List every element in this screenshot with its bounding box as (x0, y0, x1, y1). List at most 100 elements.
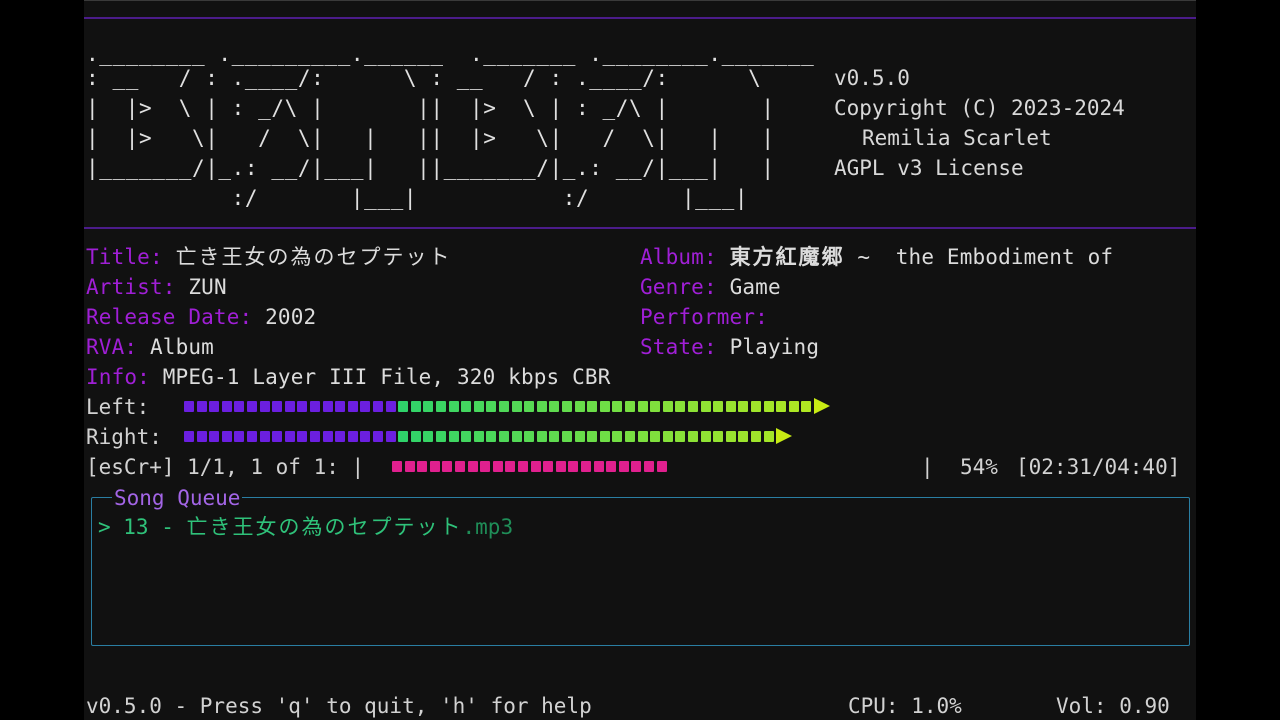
progress-segment (530, 461, 541, 472)
playback-time: [02:31/04:40] (1016, 455, 1181, 479)
info-value: MPEG-1 Layer III File, 320 kbps CBR (162, 365, 611, 389)
release-value: 2002 (265, 305, 317, 329)
progress-segment (492, 461, 503, 472)
rva-label: RVA: (86, 335, 138, 359)
progress-segment (417, 461, 428, 472)
progress-segment (429, 461, 440, 472)
meter-segment (436, 401, 446, 412)
meter-segment (461, 401, 472, 412)
author-text: Remilia Scarlet (862, 126, 1052, 150)
meter-segment (788, 401, 799, 412)
progress-segment (581, 461, 591, 472)
meter-segment (436, 431, 446, 442)
meter-segment (587, 431, 598, 442)
meter-segment (650, 431, 661, 442)
meter-segment (184, 431, 194, 442)
banner-top-divider (84, 17, 1196, 19)
meter-segment (448, 401, 459, 412)
meter-segment (247, 401, 257, 412)
genre-value: Game (729, 275, 781, 299)
title-label: Title: (86, 245, 163, 269)
meter-segment (297, 431, 308, 442)
meter-segment (486, 401, 497, 412)
song-queue-title: Song Queue (112, 484, 243, 512)
meter-segment (486, 431, 497, 442)
progress-segment (467, 461, 478, 472)
left-meter-label: Left: (86, 395, 150, 419)
meter-segment (310, 431, 320, 442)
meter-segment (751, 431, 761, 442)
state-value: Playing (729, 335, 820, 359)
meter-segment (347, 401, 358, 412)
meter-segment (751, 401, 761, 412)
song-queue-panel[interactable]: Song Queue > 13 - 亡き王女の為のセプテット.mp3 (91, 484, 1190, 646)
ascii-logo-line-4: | |> \| / \| | || |> \| / \| | | (86, 126, 775, 150)
meter-segment (562, 431, 572, 442)
progress-end-bar: | (921, 455, 934, 479)
meter-segment (284, 401, 295, 412)
meter-segment (499, 431, 509, 442)
queue-item-ext: .mp3 (462, 515, 514, 539)
meter-segment (713, 431, 724, 442)
release-row: Release Date: 2002 (86, 302, 316, 332)
meter-segment (763, 431, 774, 442)
meter-segment (725, 431, 736, 442)
progress-segment (518, 461, 528, 472)
meter-segment (524, 431, 535, 442)
meter-segment (196, 431, 207, 442)
meter-segment (625, 401, 635, 412)
meter-segment (247, 431, 257, 442)
meter-segment (801, 401, 812, 412)
title-row: Title: 亡き王女の為のセプテット (86, 242, 452, 272)
progress-segment (656, 461, 667, 472)
meter-segment (549, 401, 560, 412)
album-label: Album: (640, 245, 717, 269)
meter-segment (511, 401, 522, 412)
release-label: Release Date: (86, 305, 253, 329)
meter-segment (499, 401, 509, 412)
meter-segment (763, 401, 774, 412)
rva-value: Album (149, 335, 214, 359)
meter-segment (360, 401, 371, 412)
meter-segment (385, 431, 396, 442)
meter-segment (524, 401, 535, 412)
ascii-logo-line-2: : __ / : .____/: \ : __ / : .____/: \ (86, 66, 762, 90)
copyright-text: Copyright (C) 2023-2024 (834, 96, 1125, 120)
meter-segment (637, 401, 648, 412)
cpu-usage: CPU: 1.0% (848, 694, 962, 718)
progress-segment (404, 461, 415, 472)
meter-segment (398, 431, 409, 442)
meter-segment (385, 401, 396, 412)
meter-segment (221, 431, 232, 442)
progress-segment (618, 461, 629, 472)
meter-segment (373, 401, 383, 412)
genre-label: Genre: (640, 275, 717, 299)
meter-segment (473, 431, 484, 442)
meter-segment (184, 401, 194, 412)
meter-segment (637, 431, 648, 442)
track-title: 亡き王女の為のセプテット (175, 245, 452, 269)
meter-segment (536, 401, 547, 412)
meter-segment (662, 431, 673, 442)
performer-label: Performer: (640, 305, 768, 329)
progress-segment (644, 461, 654, 472)
meter-segment (221, 401, 232, 412)
progress-segment (631, 461, 642, 472)
meter-segment (272, 431, 283, 442)
progress-segment (505, 461, 516, 472)
queue-item-name: 亡き王女の為のセプテット (186, 515, 463, 539)
meter-segment (662, 401, 673, 412)
album-jp: 東方紅魔郷 (729, 245, 845, 269)
meter-segment (322, 401, 333, 412)
meter-segment (196, 401, 207, 412)
queue-list-item[interactable]: > 13 - 亡き王女の為のセプテット.mp3 (98, 512, 513, 542)
meter-segment (587, 401, 598, 412)
left-meter-row: Left: (86, 392, 1186, 422)
progress-segment (593, 461, 604, 472)
meter-segment (612, 401, 623, 412)
progress-segment (455, 461, 465, 472)
meter-segment (675, 431, 686, 442)
meter-segment (448, 431, 459, 442)
meter-segment (322, 431, 333, 442)
progress-segment (442, 461, 453, 472)
